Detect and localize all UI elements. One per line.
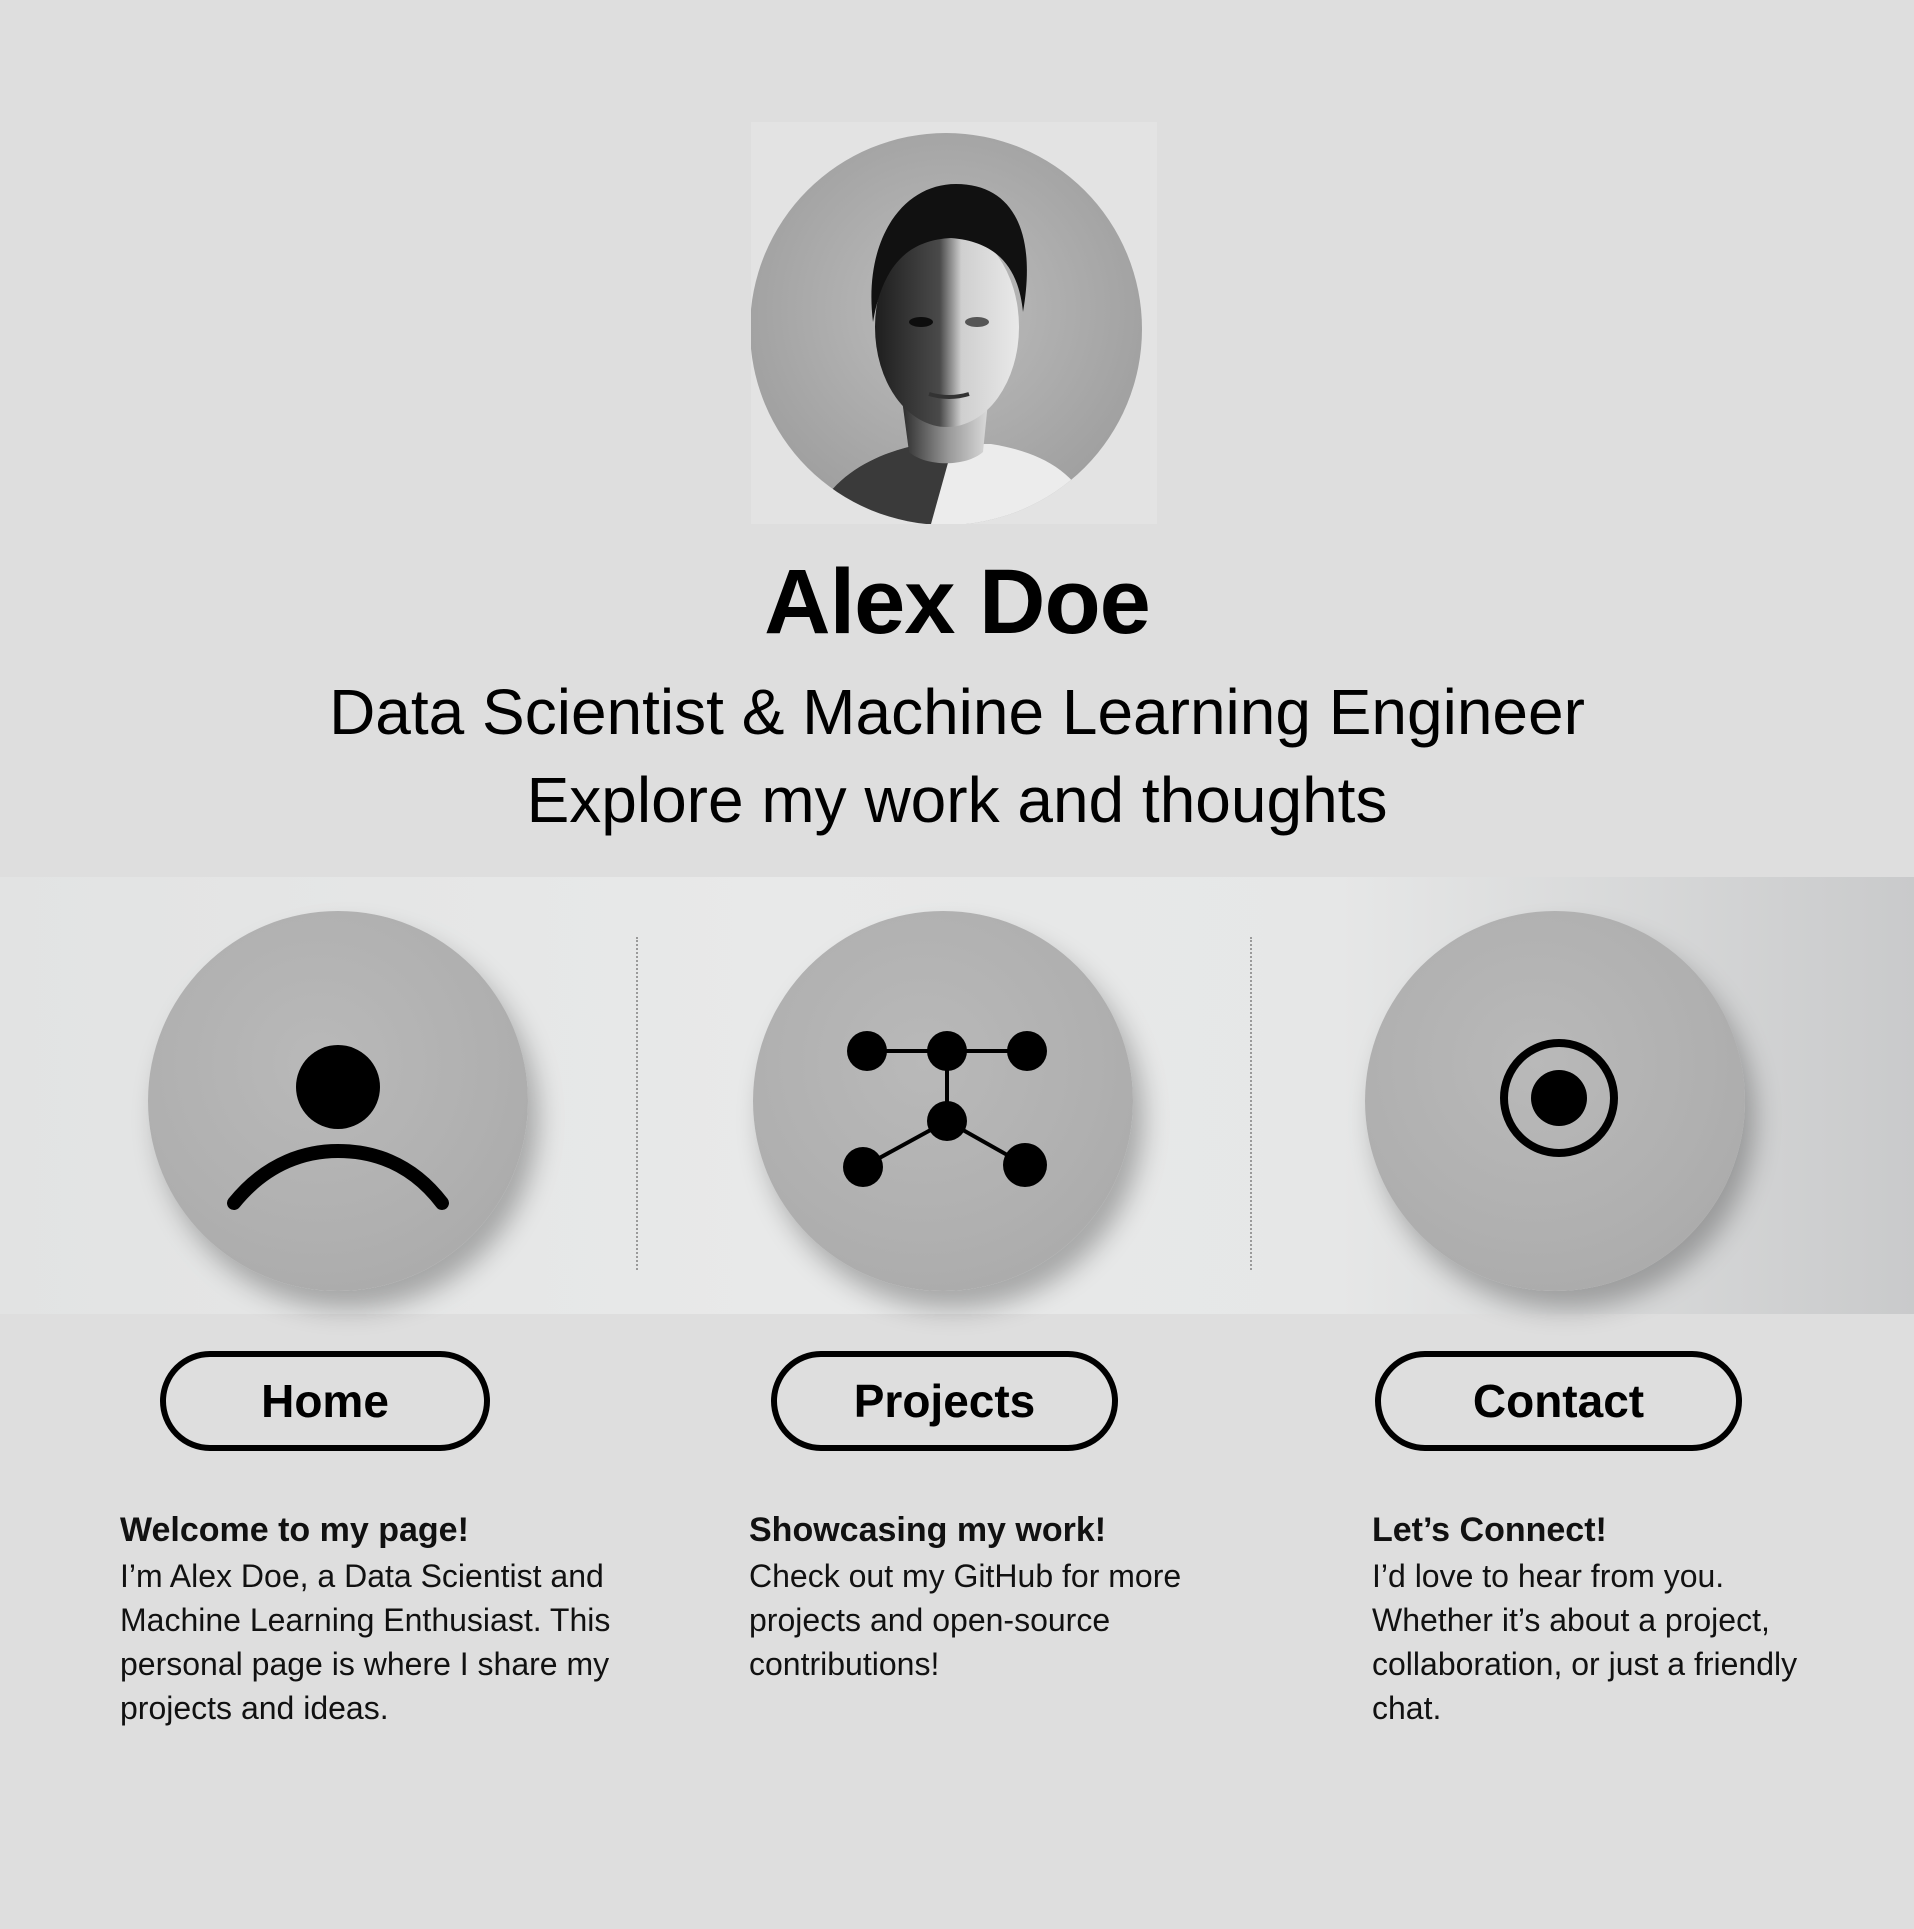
home-description: Welcome to my page! I’m Alex Doe, a Data… bbox=[120, 1508, 660, 1730]
contact-description-title: Let’s Connect! bbox=[1372, 1511, 1607, 1549]
contact-button[interactable]: Contact bbox=[1375, 1351, 1742, 1451]
section-divider bbox=[636, 937, 638, 1270]
target-icon bbox=[1500, 1039, 1618, 1157]
home-button[interactable]: Home bbox=[160, 1351, 490, 1451]
projects-description-body: Check out my GitHub for more projects an… bbox=[749, 1558, 1182, 1682]
contact-description: Let’s Connect! I’d love to hear from you… bbox=[1372, 1508, 1852, 1730]
page-subtitle: Data Scientist & Machine Learning Engine… bbox=[329, 676, 1585, 748]
user-icon bbox=[227, 1045, 449, 1210]
icon-strip bbox=[0, 877, 1914, 1314]
portrait-photo-icon bbox=[751, 133, 1142, 524]
contact-description-body: I’d love to hear from you. Whether it’s … bbox=[1372, 1558, 1798, 1726]
home-icon-disc[interactable] bbox=[148, 911, 528, 1291]
page-tagline: Explore my work and thoughts bbox=[526, 764, 1388, 836]
projects-description-title: Showcasing my work! bbox=[749, 1511, 1107, 1549]
network-icon bbox=[843, 1031, 1047, 1187]
contact-icon-disc[interactable] bbox=[1365, 911, 1745, 1291]
projects-button[interactable]: Projects bbox=[771, 1351, 1118, 1451]
projects-icon-disc[interactable] bbox=[753, 911, 1133, 1291]
page-title: Alex Doe bbox=[764, 551, 1151, 653]
avatar bbox=[751, 122, 1157, 524]
home-description-title: Welcome to my page! bbox=[120, 1511, 469, 1549]
home-description-body: I’m Alex Doe, a Data Scientist and Machi… bbox=[120, 1558, 611, 1726]
projects-description: Showcasing my work! Check out my GitHub … bbox=[749, 1508, 1239, 1686]
section-divider bbox=[1250, 937, 1252, 1270]
